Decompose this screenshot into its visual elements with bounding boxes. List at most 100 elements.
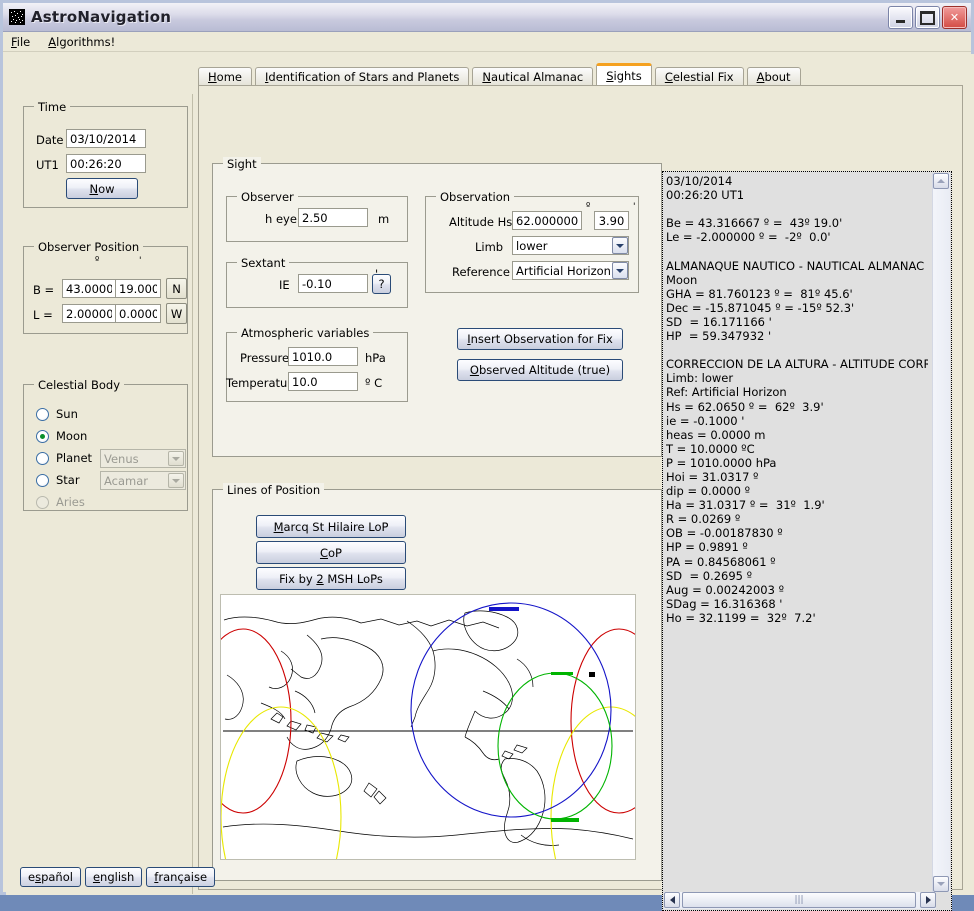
tab-about[interactable]: About [747, 67, 801, 86]
altitude-degrees-input[interactable] [512, 211, 582, 230]
menu-item-algorithms[interactable]: Algorithms! [48, 35, 115, 49]
ie-label: IE [279, 278, 290, 292]
radio-label-aries: Aries [56, 495, 85, 509]
hscroll-thumb[interactable]: ||| [682, 892, 916, 908]
output-text-content: 03/10/2014 00:26:20 UT1 Be = 43.316667 º… [666, 174, 928, 892]
cop-button[interactable]: CoP [256, 541, 406, 564]
world-map-lines-of-position[interactable] [220, 594, 636, 860]
language-button-francaise[interactable]: française [146, 867, 215, 887]
degree-symbol-header: º [95, 256, 99, 266]
insert-observation-for-fix-button[interactable]: Insert Observation for Fix [457, 328, 623, 350]
h-eye-input[interactable] [298, 208, 368, 227]
scroll-up-button[interactable] [933, 173, 949, 189]
radio-sun[interactable]: Sun [36, 407, 78, 421]
date-input[interactable] [66, 129, 146, 148]
altitude-degree-symbol: º [586, 202, 590, 212]
limb-chevron-down-icon[interactable] [612, 237, 628, 254]
language-button-espanol[interactable]: español [20, 867, 81, 887]
ie-input[interactable] [298, 274, 368, 293]
longitude-hemisphere-button[interactable]: W [166, 303, 187, 324]
celestial-body-title: Celestial Body [34, 378, 124, 392]
sextant-help-button[interactable]: ? [372, 274, 391, 294]
close-button[interactable]: ✕ [942, 6, 967, 29]
observer-group-title: Observer [237, 190, 298, 204]
sight-group: Sight Observer h eye m Sextant IE ' ? [212, 163, 662, 457]
menu-item-file[interactable]: File [11, 35, 30, 49]
ut1-input[interactable] [66, 154, 146, 173]
star-select[interactable]: Acamar [100, 471, 186, 490]
radio-dot-icon [36, 452, 49, 465]
altitude-minutes-input[interactable] [594, 211, 629, 230]
title-bar: AstroNavigation ✕ [3, 3, 971, 32]
ut1-label: UT1 [36, 158, 59, 172]
observer-position-title: Observer Position [34, 240, 143, 254]
scroll-left-button[interactable] [664, 892, 680, 908]
longitude-degrees-input[interactable] [62, 304, 116, 323]
radio-aries: Aries [36, 495, 85, 509]
reference-label: Reference [452, 265, 510, 279]
h-eye-label: h eye [265, 212, 297, 226]
radio-label-moon: Moon [56, 429, 87, 443]
observed-altitude-button[interactable]: Observed Altitude (true) [457, 359, 623, 381]
radio-label-planet: Planet [56, 451, 92, 465]
language-button-english[interactable]: english [85, 867, 142, 887]
atmospheric-variables-group: Atmospheric variables Pressure hPa Tempe… [226, 332, 408, 402]
temperature-input[interactable] [288, 372, 358, 391]
latitude-degrees-input[interactable] [62, 279, 116, 298]
tab-strip: Home Identification of Stars and Planets… [198, 66, 966, 86]
tab-identification-of-stars-and-planets[interactable]: Identification of Stars and Planets [255, 67, 469, 86]
reference-chevron-down-icon[interactable] [612, 262, 628, 279]
temperature-unit: º C [365, 376, 382, 390]
client-area: Time Date UT1 Now Observer Position º ' … [6, 54, 974, 895]
minute-symbol-header: ' [139, 256, 141, 266]
output-text-panel[interactable]: 03/10/2014 00:26:20 UT1 Be = 43.316667 º… [662, 171, 952, 911]
observer-group: Observer h eye m [226, 196, 408, 242]
tab-sights[interactable]: Sights [596, 63, 652, 86]
radio-planet[interactable]: Planet [36, 451, 92, 465]
longitude-minutes-input[interactable] [115, 304, 161, 323]
radio-dot-icon [36, 496, 49, 509]
radio-moon[interactable]: Moon [36, 429, 87, 443]
chevron-down-icon [168, 451, 184, 466]
sextant-group-title: Sextant [237, 256, 289, 270]
latitude-label: B = [33, 283, 54, 297]
pressure-label: Pressure [240, 351, 289, 365]
tab-nautical-almanac[interactable]: Nautical Almanac [472, 67, 593, 86]
longitude-label: L = [33, 308, 53, 322]
sextant-group: Sextant IE ' ? [226, 262, 408, 308]
minimize-button[interactable] [888, 6, 913, 29]
chevron-down-icon [168, 473, 184, 488]
h-eye-unit: m [378, 212, 389, 226]
time-group-title: Time [34, 100, 70, 114]
fix-by-2-msh-lops-button[interactable]: Fix by 2 MSH LoPs [256, 567, 406, 590]
output-vertical-scrollbar[interactable] [932, 173, 950, 892]
limb-label: Limb [475, 240, 503, 254]
observation-group: Observation Altitude Hs º ' Limb Referen… [425, 196, 639, 293]
atmospheric-group-title: Atmospheric variables [237, 326, 373, 340]
window-title: AstroNavigation [31, 8, 171, 26]
tab-home[interactable]: Home [198, 67, 252, 86]
star-select-value: Acamar [104, 474, 148, 488]
radio-dot-icon [36, 408, 49, 421]
marcq-st-hilaire-lop-button[interactable]: Marcq St Hilaire LoP [256, 515, 406, 538]
latitude-minutes-input[interactable] [115, 279, 161, 298]
radio-dot-icon [36, 430, 49, 443]
pressure-input[interactable] [288, 347, 358, 366]
date-label: Date [36, 133, 64, 147]
radio-label-sun: Sun [56, 407, 78, 421]
lines-of-position-title: Lines of Position [223, 483, 324, 497]
language-bar: español english française [20, 867, 215, 887]
window-controls: ✕ [888, 6, 967, 29]
observation-group-title: Observation [436, 190, 514, 204]
now-button[interactable]: Now [66, 178, 138, 199]
scroll-right-button[interactable] [920, 892, 936, 908]
left-sidebar: Time Date UT1 Now Observer Position º ' … [11, 94, 193, 894]
scroll-down-button[interactable] [933, 876, 949, 892]
radio-star[interactable]: Star [36, 473, 80, 487]
planet-select[interactable]: Venus [100, 449, 186, 468]
maximize-button[interactable] [915, 6, 940, 29]
tab-celestial-fix[interactable]: Celestial Fix [655, 67, 744, 86]
radio-label-star: Star [56, 473, 80, 487]
latitude-hemisphere-button[interactable]: N [166, 278, 187, 299]
time-group: Time Date UT1 Now [23, 106, 188, 208]
